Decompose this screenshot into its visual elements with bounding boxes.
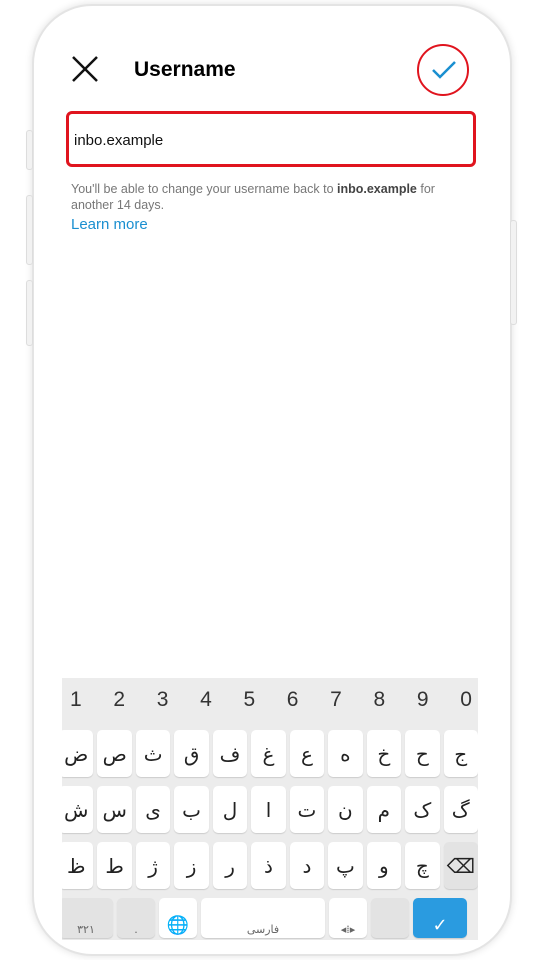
letter-key[interactable]: ذ [251,842,286,889]
cursor-arrows-key[interactable]: ◂⁞▸ [329,898,367,938]
number-key[interactable]: 1 [70,688,82,730]
key-row-1: ضصثقفغعهخحج [62,730,478,777]
letter-key[interactable]: د [289,842,325,889]
letter-key[interactable]: ض [62,730,94,777]
header: Username [62,28,478,112]
save-button[interactable] [417,44,469,96]
number-key[interactable]: 3 [157,688,169,730]
number-key[interactable]: 0 [460,688,472,730]
number-key[interactable]: 8 [374,688,386,730]
symbols-key[interactable]: ۳۲۱ [62,898,113,938]
learn-more-link[interactable]: Learn more [71,216,148,233]
letter-key[interactable]: ظ [62,842,94,889]
key-row-2: شسیبلاتنمکگ [62,786,478,833]
punctuation-key[interactable] [371,898,409,938]
letter-key[interactable]: ژ [135,842,171,889]
letter-key[interactable]: ق [174,730,209,777]
letter-key[interactable]: ک [405,786,440,833]
letter-key[interactable]: غ [251,730,286,777]
letter-key[interactable]: ت [289,786,325,833]
letter-key[interactable]: س [97,786,132,833]
letter-key[interactable]: م [366,786,402,833]
checkmark-icon [432,61,456,79]
letter-key[interactable]: ب [174,786,209,833]
letter-key[interactable]: خ [366,730,402,777]
close-icon[interactable] [70,54,100,84]
letter-key[interactable]: ص [97,730,132,777]
period-key[interactable]: . [117,898,155,938]
backspace-icon[interactable]: ⌫ [443,842,478,889]
number-key[interactable]: 5 [243,688,255,730]
help-username: inbo.example [337,182,417,196]
letter-key[interactable]: ث [135,730,171,777]
help-prefix: You'll be able to change your username b… [71,182,337,196]
letter-key[interactable]: ی [135,786,171,833]
letter-key[interactable]: ط [97,842,132,889]
letter-key[interactable]: پ [328,842,363,889]
number-key[interactable]: 9 [417,688,429,730]
keyboard: 1234567890 ضصثقفغعهخحج شسیبلاتنمکگ ظطژزر… [62,678,478,940]
side-button [26,130,33,170]
letter-key[interactable]: ش [62,786,94,833]
globe-icon[interactable]: 🌐 [159,898,197,938]
screen: Username inbo.example You'll be able to … [62,28,478,940]
letter-key[interactable]: ح [405,730,440,777]
page-title: Username [134,58,236,81]
volume-down-button [26,280,33,346]
key-row-bottom: ۳۲۱ . 🌐 فارسی ◂⁞▸ ✓ [62,898,478,938]
letter-key[interactable]: گ [443,786,478,833]
letter-key[interactable]: ف [212,730,248,777]
number-row: 1234567890 [62,678,478,730]
letter-key[interactable]: ن [328,786,363,833]
letter-key[interactable]: ر [212,842,248,889]
volume-up-button [26,195,33,265]
space-key[interactable]: فارسی [201,898,325,938]
number-key[interactable]: 4 [200,688,212,730]
letter-key[interactable]: و [366,842,402,889]
number-key[interactable]: 2 [113,688,125,730]
power-button [510,220,517,325]
username-input[interactable]: inbo.example [66,111,476,167]
letter-key[interactable]: ع [289,730,325,777]
letter-key[interactable]: ج [443,730,478,777]
letter-key[interactable]: ا [251,786,286,833]
number-key[interactable]: 6 [287,688,299,730]
key-row-3: ظ ط ژ ز ر ذ د پ و چ ⌫ [62,842,478,889]
help-text: You'll be able to change your username b… [71,181,471,213]
letter-key[interactable]: ل [212,786,248,833]
enter-key[interactable]: ✓ [413,898,467,938]
letter-key[interactable]: چ [405,842,440,889]
letter-key[interactable]: ه [328,730,363,777]
letter-key[interactable]: ز [174,842,209,889]
number-key[interactable]: 7 [330,688,342,730]
